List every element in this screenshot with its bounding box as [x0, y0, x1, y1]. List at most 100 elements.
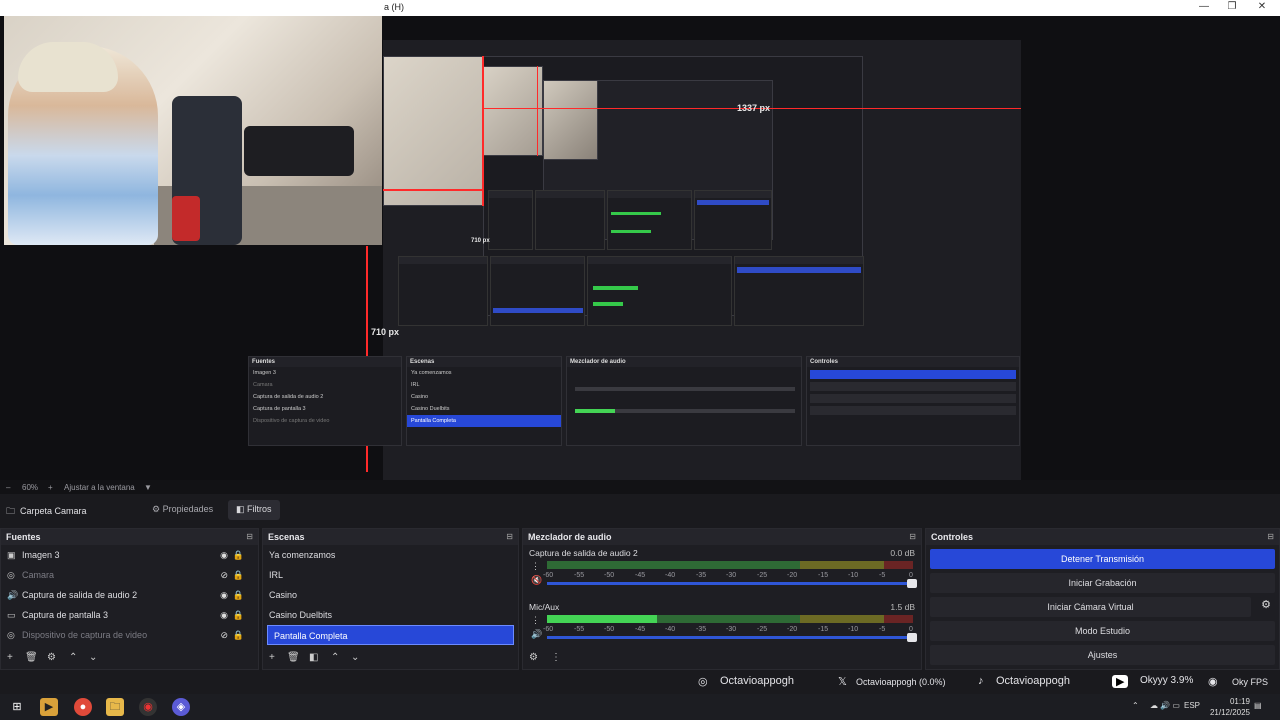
meter-tick-label: -55 [574, 572, 585, 579]
meter-tick-label: -30 [726, 626, 737, 633]
start-record-button[interactable]: Iniciar Grabación [930, 573, 1275, 593]
remove-scene-button[interactable]: 🗑 [287, 652, 300, 663]
add-scene-button[interactable]: + [269, 652, 275, 663]
scene-up-button[interactable]: ⌃ [331, 652, 339, 663]
zoom-plus-button[interactable]: + [48, 483, 53, 492]
zoom-fit-label[interactable]: Ajustar a la ventana [64, 483, 135, 492]
tray-language[interactable]: ESP [1184, 701, 1200, 710]
remove-source-button[interactable]: 🗑 [25, 652, 38, 663]
source-item[interactable]: ▭ Captura de pantalla 3 ◉ 🔒 [1, 605, 258, 625]
mixer-menu-icon[interactable]: ⋮ [551, 652, 561, 663]
visibility-icon[interactable]: ◉ [220, 605, 228, 625]
dock-popout-icon[interactable]: ⊟ [506, 532, 513, 541]
obs-preview[interactable]: 1337 px 710 px 710 px Fuentes Imagen 3 Ca… [0, 16, 1280, 482]
virtual-cam-button[interactable]: Iniciar Cámara Virtual [930, 597, 1251, 617]
webcam-feed [4, 16, 382, 245]
speaker-icon[interactable]: 🔊 [531, 629, 542, 640]
meter-tick-label: -45 [635, 626, 646, 633]
app-icon[interactable]: ◈ [172, 698, 190, 716]
channel-menu-icon[interactable]: ⋮ [531, 561, 540, 572]
slider-knob[interactable] [907, 633, 917, 642]
controls-dock: Controles ⊟ Detener Transmisión Iniciar G… [925, 528, 1280, 670]
lock-icon[interactable]: 🔒 [233, 605, 244, 625]
scene-item[interactable]: Ya comenzamos [263, 545, 518, 565]
minimize-button[interactable]: — [1194, 1, 1214, 15]
scene-item[interactable]: IRL [263, 565, 518, 585]
windows-start-icon[interactable]: ⊞ [8, 698, 26, 716]
studio-mode-button[interactable]: Modo Estudio [930, 621, 1275, 641]
scene-filter-icon[interactable]: ◧ [309, 652, 318, 663]
scene-item[interactable]: Casino Duelbits [263, 605, 518, 625]
properties-button[interactable]: ⚙ Propiedades [144, 500, 221, 520]
meter-tick-label: 0 [909, 572, 913, 579]
x-icon: 𝕏 [838, 676, 847, 688]
filters-button[interactable]: ◧ Filtros [228, 500, 280, 520]
meter-tick-label: -5 [879, 626, 886, 633]
move-down-button[interactable]: ⌄ [89, 652, 97, 663]
x-handle: Octavioappogh (0.0%) [856, 677, 946, 687]
tray-clock[interactable]: 01:19 21/12/2025 [1210, 696, 1250, 718]
muted-speaker-icon[interactable]: 🔇 [531, 575, 542, 586]
obs-icon[interactable]: ◉ [139, 698, 157, 716]
settings-button[interactable]: Ajustes [930, 645, 1275, 665]
zoom-minus-button[interactable]: – [6, 483, 10, 492]
source-item[interactable]: ◎ Camara ⊘ 🔒 [1, 565, 258, 585]
scene-down-button[interactable]: ⌄ [351, 652, 359, 663]
maximize-button[interactable]: ❐ [1222, 1, 1242, 15]
scene-item[interactable]: Casino [263, 585, 518, 605]
media-player-icon[interactable]: ▶ [40, 698, 58, 716]
volume-slider[interactable] [547, 633, 917, 642]
move-up-button[interactable]: ⌃ [69, 652, 77, 663]
scene-item[interactable]: Pantalla Completa [267, 625, 514, 645]
volume-meter [547, 561, 913, 569]
meter-tick-label: -60 [543, 626, 554, 633]
windows-taskbar: ⊞ ▶ ● 🗀 ◉ ◈ ⌃ ☁ 🔊 ▭ ESP 01:19 21/12/2025… [0, 694, 1280, 720]
add-source-button[interactable]: + [7, 652, 13, 663]
scenes-title: Escenas [268, 532, 305, 542]
volume-slider[interactable] [547, 579, 917, 588]
zoom-level: 60% [22, 483, 39, 492]
instagram-handle: Octavioappogh [720, 675, 794, 687]
source-type-icon: ◎ [7, 570, 15, 580]
source-item[interactable]: ▣ Imagen 3 ◉ 🔒 [1, 545, 258, 565]
tray-chevron-icon[interactable]: ⌃ [1132, 701, 1139, 710]
virtual-cam-settings-icon[interactable]: ⚙ [1261, 598, 1271, 611]
source-item[interactable]: ◎ Dispositivo de captura de video ⊘ 🔒 [1, 625, 258, 645]
source-item[interactable]: 🔊 Captura de salida de audio 2 ◉ 🔒 [1, 585, 258, 605]
dock-popout-icon[interactable]: ⊟ [909, 532, 916, 541]
zoom-dropdown-icon[interactable]: ▼ [144, 483, 152, 492]
source-label: Dispositivo de captura de video [22, 630, 148, 640]
spotify-icon: ◉ [1208, 676, 1218, 688]
notification-icon[interactable]: ▤ [1254, 701, 1262, 710]
scenes-dock: Escenas ⊟ Ya comenzamos IRL Casino Casino Du… [262, 528, 519, 670]
visibility-icon[interactable]: ⊘ [220, 565, 228, 585]
source-type-icon: ▣ [7, 550, 16, 560]
chrome-icon[interactable]: ● [74, 698, 92, 716]
visibility-icon[interactable]: ◉ [220, 545, 228, 565]
lock-icon[interactable]: 🔒 [233, 565, 244, 585]
meter-tick-label: -20 [787, 626, 798, 633]
tray-icons[interactable]: ☁ 🔊 ▭ [1150, 701, 1180, 710]
meter-tick-label: -45 [635, 572, 646, 579]
channel-menu-icon[interactable]: ⋮ [531, 615, 540, 626]
dock-popout-icon[interactable]: ⊟ [1267, 532, 1274, 541]
lock-icon[interactable]: 🔒 [233, 625, 244, 645]
dock-popout-icon[interactable]: ⊟ [246, 532, 253, 541]
audio-mixer-dock: Mezclador de audio ⊟ Captura de salida de… [522, 528, 922, 670]
source-settings-icon[interactable]: ⚙ [47, 652, 56, 663]
mixer-settings-icon[interactable]: ⚙ [529, 652, 538, 663]
visibility-icon[interactable]: ◉ [220, 585, 228, 605]
channel-name: Captura de salida de audio 2 [529, 548, 638, 558]
lock-icon[interactable]: 🔒 [233, 545, 244, 565]
slider-knob[interactable] [907, 579, 917, 588]
stop-stream-button[interactable]: Detener Transmisión [930, 549, 1275, 569]
visibility-icon[interactable]: ⊘ [220, 625, 228, 645]
meter-tick-label: -20 [787, 572, 798, 579]
meter-tick-label: -5 [879, 572, 886, 579]
youtube-icon: ▶ [1112, 675, 1129, 688]
file-explorer-icon[interactable]: 🗀 [106, 698, 124, 716]
lock-icon[interactable]: 🔒 [233, 585, 244, 605]
window-title: a (H) [384, 2, 404, 12]
close-button[interactable]: ✕ [1252, 1, 1272, 15]
meter-tick-label: -40 [665, 626, 676, 633]
